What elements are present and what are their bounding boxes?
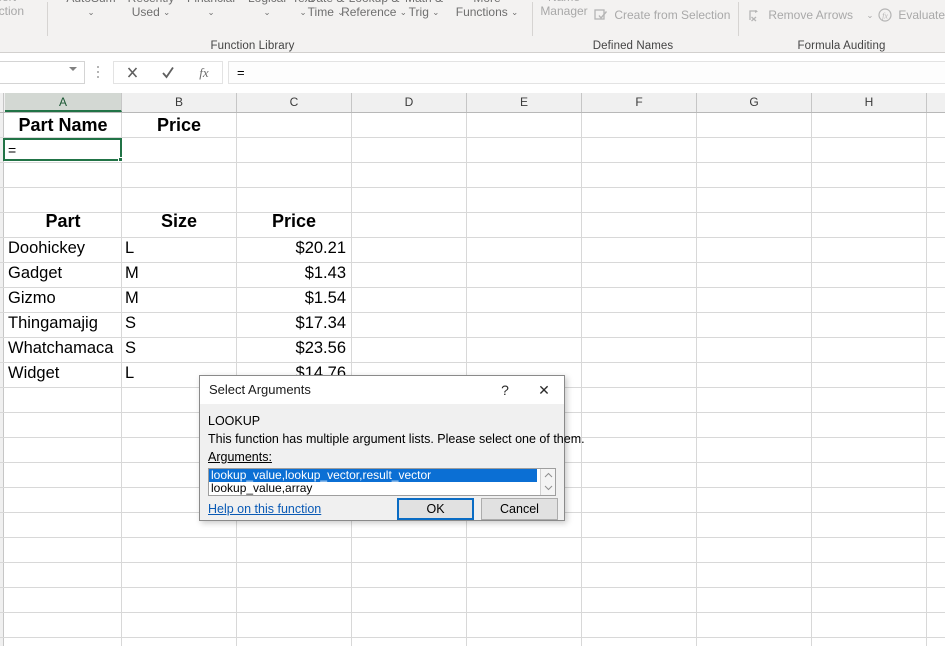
close-icon[interactable]: ✕ (527, 380, 561, 401)
svg-text:fx: fx (882, 12, 888, 21)
cell-b4[interactable]: Size (122, 209, 236, 233)
active-cell-a2[interactable]: = (3, 138, 122, 161)
cell-size-1[interactable]: L (122, 236, 236, 260)
ribbon-group-defined-names: Name Manager Create from Selection Defin… (532, 0, 734, 53)
ribbon-group-formula-auditing: Remove Arrows ⌄ fx Evaluate F Formula Au… (738, 0, 945, 53)
remove-arrows-label: Remove Arrows (768, 8, 854, 22)
name-manager-button[interactable]: Name Manager (529, 0, 599, 18)
cell-part-5[interactable]: Whatchamaca (5, 336, 121, 360)
cell-part-6[interactable]: Widget (5, 361, 121, 385)
column-header-g[interactable]: G (697, 93, 812, 112)
insert-function-button[interactable]: Insert Function (0, 0, 40, 18)
formula-bar-grip (97, 66, 100, 79)
cell-size-2[interactable]: M (122, 261, 236, 285)
column-header-b[interactable]: B (122, 93, 237, 112)
more-functions-button[interactable]: More Functions ⌄ (441, 0, 533, 19)
dialog-title-bar[interactable]: Select Arguments ? ✕ (200, 376, 564, 404)
group-label-defined-names: Defined Names (592, 40, 674, 52)
column-header-d[interactable]: D (352, 93, 467, 112)
confirm-formula-button[interactable] (150, 62, 186, 83)
group-label-function-library: Function Library (210, 40, 295, 52)
more-functions-label-2: Functions ⌄ (455, 4, 519, 19)
formula-input-value: = (237, 65, 245, 80)
ok-button[interactable]: OK (397, 498, 474, 520)
ribbon-group-function-library: Insert Function AutoSum ⌄ Recently Used … (0, 0, 518, 53)
scroll-down-icon[interactable] (544, 484, 553, 492)
column-header-e[interactable]: E (467, 93, 582, 112)
active-cell-value: = (8, 142, 17, 158)
fill-handle[interactable] (118, 157, 123, 162)
name-box[interactable]: 2 (0, 61, 85, 84)
column-header-a[interactable]: A (5, 93, 122, 112)
column-header-h[interactable]: H (812, 93, 927, 112)
help-on-this-function-link[interactable]: Help on this function (208, 502, 321, 516)
cell-price-3[interactable]: $1.54 (237, 286, 351, 310)
arguments-label: Arguments: (208, 450, 272, 464)
fx-icon: fx (199, 65, 209, 80)
cell-part-3[interactable]: Gizmo (5, 286, 121, 310)
cell-a4[interactable]: Part (5, 209, 121, 233)
cell-price-4[interactable]: $17.34 (237, 311, 351, 335)
evaluate-formula-button[interactable]: fx Evaluate F (878, 8, 945, 25)
formula-bar-buttons: fx (113, 61, 223, 84)
dialog-description: This function has multiple argument list… (208, 432, 585, 446)
column-header-i[interactable] (927, 93, 945, 112)
help-icon[interactable]: ? (493, 380, 517, 401)
cell-size-3[interactable]: M (122, 286, 236, 310)
cell-part-2[interactable]: Gadget (5, 261, 121, 285)
select-arguments-dialog: Select Arguments ? ✕ LOOKUP This functio… (199, 375, 585, 522)
scroll-up-icon[interactable] (544, 471, 553, 479)
cell-size-5[interactable]: S (122, 336, 236, 360)
cell-b1[interactable]: Price (122, 113, 236, 137)
listbox-scrollbar[interactable] (540, 469, 555, 495)
cell-price-1[interactable]: $20.21 (237, 236, 351, 260)
group-label-formula-auditing: Formula Auditing (797, 40, 886, 52)
dialog-function-name: LOOKUP (208, 414, 261, 428)
cell-size-4[interactable]: S (122, 311, 236, 335)
autosum-label: AutoSum (66, 0, 115, 5)
chevron-down-icon: ⌄ (432, 6, 440, 17)
remove-arrows-icon (748, 9, 762, 25)
cell-price-5[interactable]: $23.56 (237, 336, 351, 360)
create-from-selection-icon (594, 9, 608, 25)
row-headers (0, 113, 4, 646)
dialog-body: LOOKUP This function has multiple argume… (200, 404, 585, 522)
chevron-down-icon: ⌄ (511, 6, 519, 17)
cell-part-4[interactable]: Thingamajig (5, 311, 121, 335)
insert-function-fx-button[interactable]: fx (186, 62, 222, 83)
remove-arrows-button[interactable]: Remove Arrows ⌄ (748, 8, 874, 25)
argument-option-1[interactable]: lookup_value,array (209, 482, 537, 495)
cell-part-1[interactable]: Doohickey (5, 236, 121, 260)
formula-bar-area: 2 fx = (0, 54, 945, 92)
evaluate-formula-label: Evaluate F (898, 8, 945, 22)
cell-a1[interactable]: Part Name (5, 113, 121, 137)
chevron-down-icon[interactable] (69, 67, 77, 71)
name-manager-label-2: Manager (540, 3, 588, 18)
cancel-formula-button[interactable] (114, 62, 150, 83)
column-header-c[interactable]: C (237, 93, 352, 112)
insert-function-label-2: Function (0, 3, 25, 18)
cell-c4[interactable]: Price (237, 209, 351, 233)
dialog-title: Select Arguments (209, 382, 311, 397)
formula-input[interactable]: = (228, 61, 945, 84)
evaluate-formula-icon: fx (878, 8, 892, 25)
cancel-button[interactable]: Cancel (481, 498, 558, 520)
chevron-down-icon: ⌄ (866, 10, 874, 20)
column-header-f[interactable]: F (582, 93, 697, 112)
column-headers: A B C D E F G H (0, 93, 945, 113)
select-all-corner[interactable] (0, 93, 4, 112)
create-from-selection-button[interactable]: Create from Selection (594, 8, 730, 25)
create-from-selection-label: Create from Selection (614, 8, 731, 22)
ribbon: Insert Function AutoSum ⌄ Recently Used … (0, 0, 945, 53)
arguments-listbox[interactable]: lookup_value,lookup_vector,result_vector… (208, 468, 556, 496)
cell-price-2[interactable]: $1.43 (237, 261, 351, 285)
chevron-down-icon: ⌄ (163, 6, 171, 17)
worksheet-grid: A B C D E F G H Part Name Price Part Siz… (0, 93, 945, 646)
excel-window: Insert Function AutoSum ⌄ Recently Used … (0, 0, 945, 646)
